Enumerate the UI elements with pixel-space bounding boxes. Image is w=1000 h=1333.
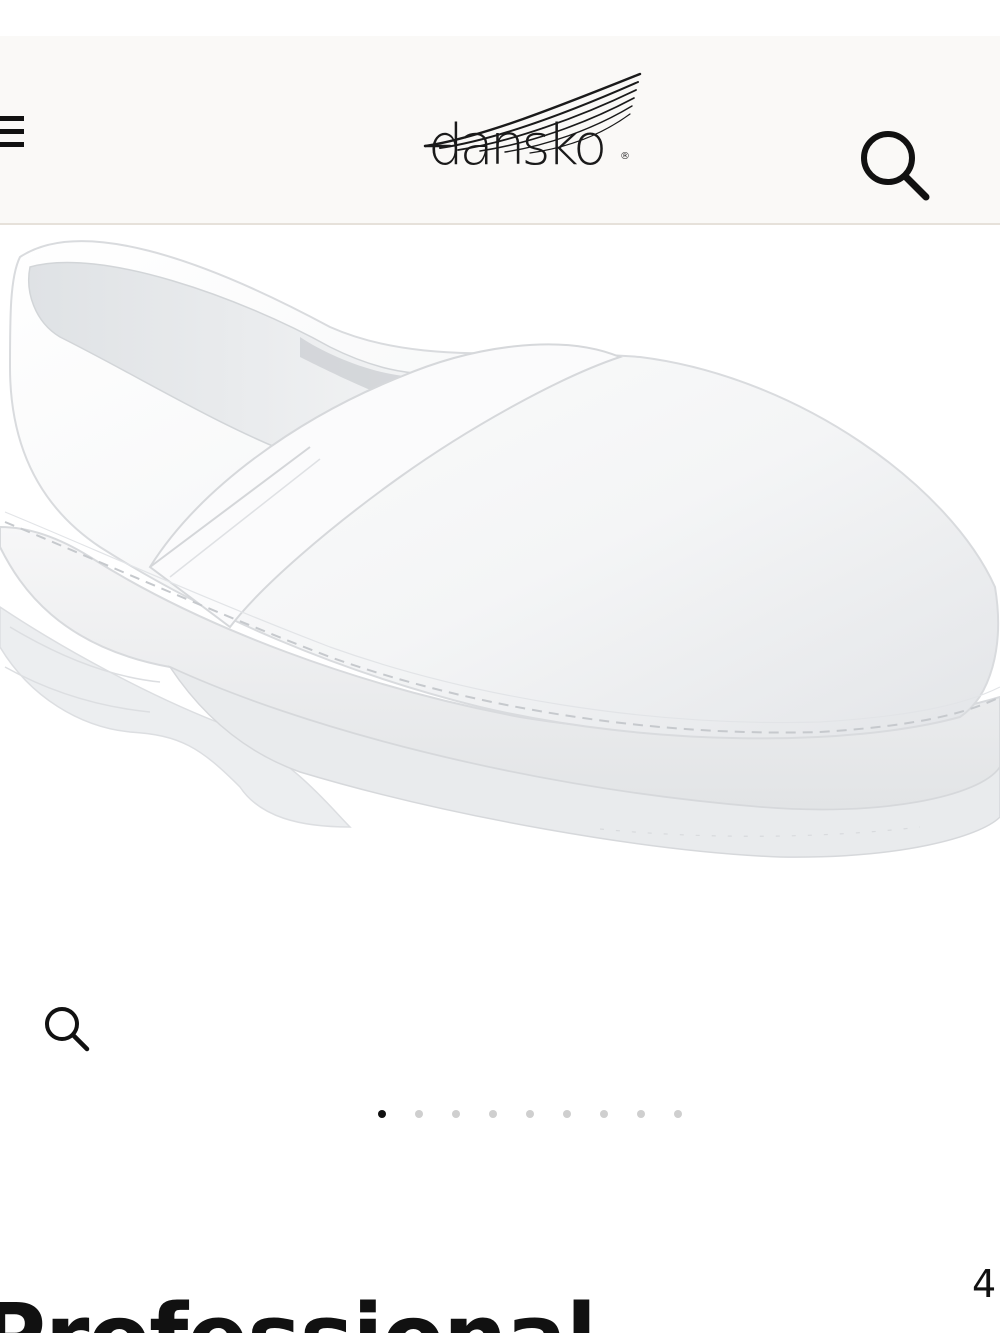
carousel-dot[interactable]	[526, 1110, 534, 1118]
carousel-dot[interactable]	[378, 1110, 386, 1118]
carousel-dot[interactable]	[637, 1110, 645, 1118]
clog-illustration	[0, 240, 1000, 858]
carousel-dot[interactable]	[563, 1110, 571, 1118]
product-price: 4	[972, 1262, 997, 1306]
carousel-dot[interactable]	[415, 1110, 423, 1118]
zoom-icon[interactable]	[40, 1002, 96, 1058]
carousel-dot[interactable]	[489, 1110, 497, 1118]
site-header: dansko ®	[0, 36, 1000, 225]
carousel-dot[interactable]	[452, 1110, 460, 1118]
product-title: Professional	[0, 1288, 597, 1333]
registered-mark: ®	[620, 151, 630, 162]
search-icon[interactable]	[856, 128, 936, 208]
carousel-dot[interactable]	[600, 1110, 608, 1118]
carousel-pagination	[370, 1106, 700, 1122]
brand-logo[interactable]: dansko ®	[420, 66, 645, 191]
hamburger-menu-icon[interactable]	[0, 110, 40, 154]
brand-wordmark: dansko	[428, 113, 607, 178]
product-image[interactable]	[0, 227, 1000, 987]
carousel-dot[interactable]	[674, 1110, 682, 1118]
status-bar-area	[0, 0, 1000, 36]
product-page: dansko ® 4	[0, 0, 1000, 1333]
